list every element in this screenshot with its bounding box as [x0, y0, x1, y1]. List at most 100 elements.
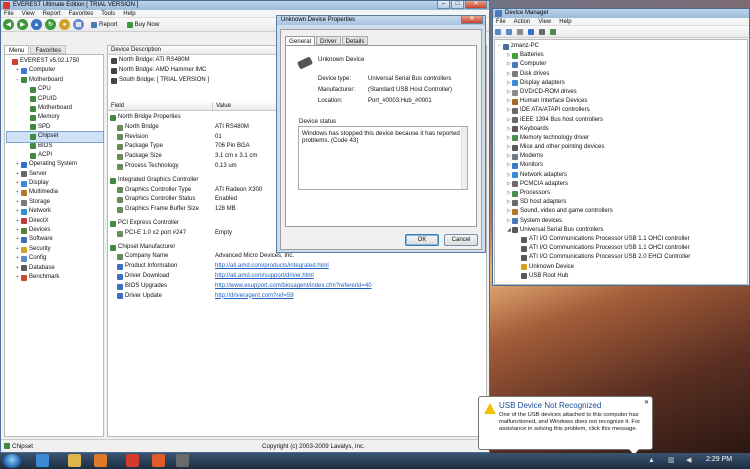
dialog-close-button[interactable]: ✕	[461, 16, 483, 24]
device-category[interactable]: − zmanz-PC	[498, 42, 747, 51]
tab-favorites[interactable]: Favorites	[30, 45, 66, 54]
menu-favorites[interactable]: Favorites	[69, 10, 94, 17]
minimize-button[interactable]: –	[437, 1, 450, 9]
tab-menu[interactable]: Menu	[4, 45, 30, 54]
nav-item[interactable]: + Network	[7, 207, 103, 216]
cancel-button[interactable]: Cancel	[444, 234, 478, 246]
nav-item[interactable]: + Config	[7, 254, 103, 263]
status-scrollbar[interactable]	[461, 127, 467, 189]
start-button[interactable]	[3, 454, 21, 468]
device-category[interactable]: ▷ Processors	[498, 189, 747, 198]
property-row[interactable]: Driver Download http://ati.amd.com/suppor…	[110, 272, 484, 282]
device-category[interactable]: ▷ Modems	[498, 152, 747, 161]
menu-view[interactable]: View	[22, 10, 35, 17]
menu-help[interactable]: Help	[123, 10, 135, 17]
device-category[interactable]: ▷ SD host adapters	[498, 198, 747, 207]
explorer-icon[interactable]	[68, 454, 81, 467]
nav-item[interactable]: + Benchmark	[7, 273, 103, 282]
col-field[interactable]: Field	[108, 102, 213, 110]
device-category[interactable]: ATI I/O Communications Processor USB 1.1…	[498, 235, 747, 244]
nav-item[interactable]: + Server	[7, 170, 103, 179]
col-value[interactable]: Value	[213, 102, 231, 110]
everest-titlebar[interactable]: EVEREST Ultimate Edition [ TRIAL VERSION…	[1, 1, 489, 10]
tab-general[interactable]: General	[285, 36, 316, 45]
everest-taskbar-icon[interactable]	[126, 454, 139, 467]
user-icon[interactable]: ●	[59, 19, 70, 30]
nav-item[interactable]: EVEREST v5.02.1750	[7, 57, 103, 66]
devmgr-menu-help[interactable]: Help	[559, 18, 571, 25]
device-category[interactable]: USB Root Hub	[498, 272, 747, 281]
nav-item[interactable]: SPD	[7, 123, 103, 132]
nav-item[interactable]: BIOS	[7, 142, 103, 151]
nav-item[interactable]: Memory	[7, 113, 103, 122]
nav-item[interactable]: + Display	[7, 179, 103, 188]
refresh-icon[interactable]: ↻	[45, 19, 56, 30]
device-category[interactable]: ▷ Keyboards	[498, 125, 747, 134]
device-category[interactable]: ▷ Monitors	[498, 161, 747, 170]
property-value[interactable]: http://ati.amd.com/products/integrated.h…	[215, 262, 329, 272]
tab-details[interactable]: Details	[341, 36, 369, 45]
help-icon[interactable]	[528, 28, 534, 35]
device-category[interactable]: ▷ System devices	[498, 217, 747, 226]
firefox-icon[interactable]	[152, 454, 165, 467]
ok-button[interactable]: OK	[405, 234, 439, 246]
ie-icon[interactable]	[36, 454, 49, 467]
device-category[interactable]: ◢ Universal Serial Bus controllers	[498, 226, 747, 235]
media-player-icon[interactable]	[94, 454, 107, 467]
device-category[interactable]: ▷ Human Interface Devices	[498, 97, 747, 106]
device-category[interactable]: ▷ IDE ATA/ATAPI controllers	[498, 106, 747, 115]
device-category[interactable]: ATI I/O Communications Processor USB 2.0…	[498, 253, 747, 262]
forward-arrow-icon[interactable]: ▶	[17, 19, 28, 30]
update-driver-icon[interactable]	[550, 28, 556, 35]
property-row[interactable]: BIOS Upgrades http://www.esupport.com/bio…	[110, 282, 484, 292]
menu-file[interactable]: File	[4, 10, 14, 17]
dialog-titlebar[interactable]: Unknown Device Properties ✕	[277, 16, 485, 25]
tray-usb-icon[interactable]: ▲	[648, 457, 655, 464]
device-category[interactable]: ▷ Batteries	[498, 51, 747, 60]
forward-icon[interactable]	[506, 28, 512, 35]
device-category[interactable]: ▷ Sound, video and game controllers	[498, 207, 747, 216]
property-row[interactable]: Company Name Advanced Micro Devices, Inc.	[110, 252, 484, 262]
device-category[interactable]: Unknown Device	[498, 263, 747, 272]
devmgr-taskbar-icon[interactable]	[176, 454, 189, 467]
nav-item[interactable]: CPU	[7, 85, 103, 94]
menu-tools[interactable]: Tools	[101, 10, 115, 17]
nav-item[interactable]: + Security	[7, 245, 103, 254]
up-arrow-icon[interactable]: ▲	[31, 19, 42, 30]
nav-item[interactable]: + Multimedia	[7, 188, 103, 197]
device-category[interactable]: ▷ PCMCIA adapters	[498, 180, 747, 189]
buy-now-button[interactable]: Buy Now	[126, 21, 159, 28]
nav-item[interactable]: + Database	[7, 264, 103, 273]
nav-item[interactable]: + Computer	[7, 66, 103, 75]
property-value[interactable]: http://www.esupport.com/biosagent/index.…	[215, 282, 372, 292]
scan-hardware-icon[interactable]	[539, 28, 545, 35]
nav-item[interactable]: Chipset	[6, 131, 104, 143]
device-category[interactable]: ▷ IEEE 1394 Bus host controllers	[498, 116, 747, 125]
property-row[interactable]: Driver Update http://driveragent.com?ref=…	[110, 292, 484, 302]
nav-item[interactable]: ACPI	[7, 151, 103, 160]
device-category[interactable]: ▷ Network adapters	[498, 171, 747, 180]
device-category[interactable]: ▷ Computer	[498, 60, 747, 69]
close-button[interactable]: ✕	[465, 1, 487, 9]
devmgr-titlebar[interactable]: Device Manager	[493, 9, 749, 18]
tab-driver[interactable]: Driver	[316, 36, 341, 45]
nav-item[interactable]: Motherboard	[7, 104, 103, 113]
device-category[interactable]: ▷ Display adapters	[498, 79, 747, 88]
maximize-button[interactable]: □	[451, 1, 464, 9]
property-value[interactable]: http://driveragent.com?ref=59	[215, 292, 294, 302]
device-category[interactable]: ATI I/O Communications Processor USB 1.1…	[498, 244, 747, 253]
nav-item[interactable]: + Devices	[7, 226, 103, 235]
nav-item[interactable]: + DirectX	[7, 217, 103, 226]
tray-network-icon[interactable]: ▥	[668, 456, 675, 464]
device-category[interactable]: ▷ Mice and other pointing devices	[498, 143, 747, 152]
usb-notification-balloon[interactable]: USB Device Not Recognized One of the USB…	[478, 396, 653, 455]
nav-item[interactable]: + Operating System	[7, 160, 103, 169]
device-category[interactable]: ▷ Memory technology driver	[498, 134, 747, 143]
nav-item[interactable]: + Software	[7, 235, 103, 244]
devmgr-menu-action[interactable]: Action	[514, 18, 531, 25]
nav-item[interactable]: CPUID	[7, 95, 103, 104]
devmgr-menu-file[interactable]: File	[496, 18, 506, 25]
menu-report[interactable]: Report	[43, 10, 61, 17]
report-button[interactable]: Report	[91, 21, 118, 28]
property-row[interactable]: Product Information http://ati.amd.com/pr…	[110, 262, 484, 272]
